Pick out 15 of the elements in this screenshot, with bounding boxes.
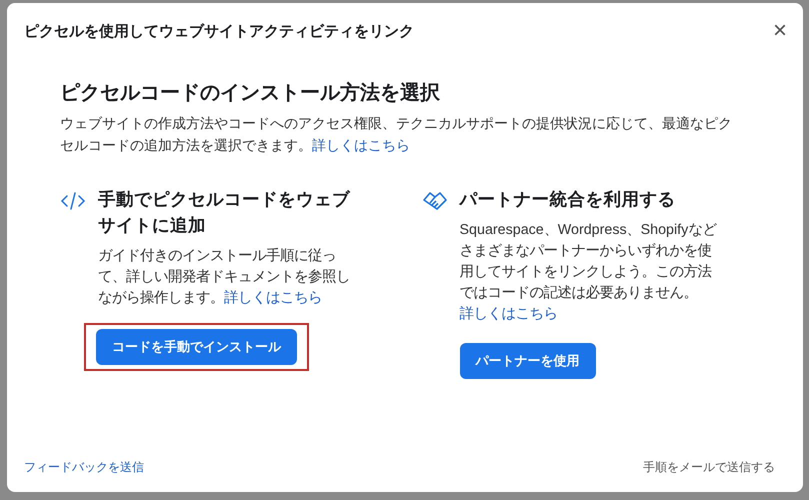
option-title: 手動でピクセルコードをウェブサイトに追加 [98,188,352,237]
option-description: ガイド付きのインストール手順に従って、詳しい開発者ドキュメントを参照しながら操作します。詳しくはこちら [98,246,351,308]
option-button[interactable]: コードを手動でインストール [96,329,297,365]
close-button[interactable]: × [770,19,789,43]
option-description: Squarespace、Wordpress、Shopifyなどさまざまなパートナーからいずれかを使用してサイトをリンクしよう。この方法ではコードの記述は必要ありません。 詳しくはこちら [460,221,718,324]
dialog-title: ピクセルを使用してウェブサイトアクティビティをリンク [24,22,414,40]
section-heading: ピクセルコードのインストール方法を選択 [60,80,441,106]
option-title: パートナー統合を利用する [460,188,676,211]
email-instructions-link[interactable]: 手順をメールで送信する [643,459,775,476]
option-button[interactable]: パートナーを使用 [460,343,596,379]
learn-more-link[interactable]: 詳しくはこちら [224,290,322,306]
learn-more-link[interactable]: 詳しくはこちら [312,137,410,153]
intro-text: ウェブサイトの作成方法やコードへのアクセス権限、テクニカルサポートの提供状況に応じて、最適なピクセルコードの追加方法を選択できます。詳しくはこちら [60,114,733,155]
feedback-link[interactable]: フィードバックを送信 [24,459,144,476]
learn-more-link[interactable]: 詳しくはこちら [460,306,558,322]
